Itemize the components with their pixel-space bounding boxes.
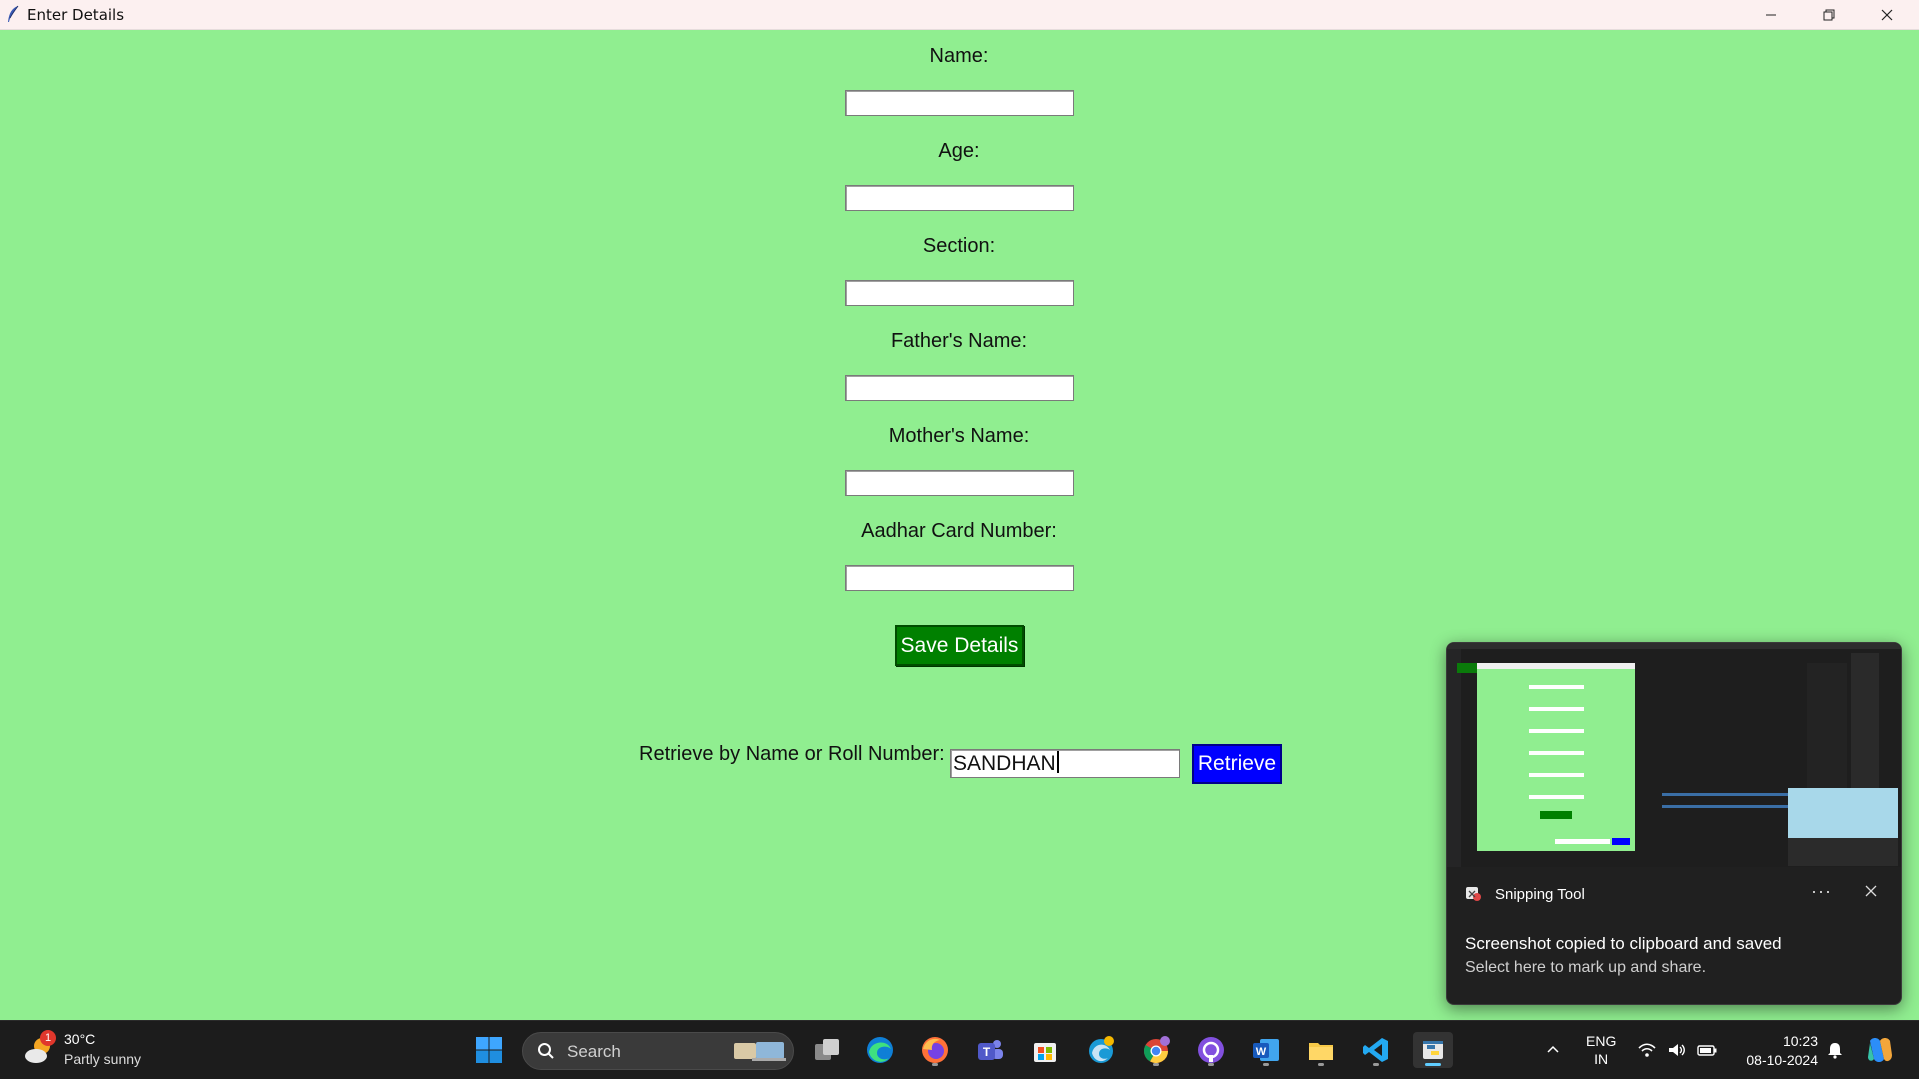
fathers-name-label: Father's Name: bbox=[890, 330, 1028, 352]
folder-icon bbox=[1309, 1043, 1333, 1060]
fathers-name-field[interactable] bbox=[845, 375, 1074, 401]
section-field[interactable] bbox=[845, 280, 1074, 306]
edge-dev-icon bbox=[1089, 1036, 1114, 1063]
chevron-up-icon[interactable] bbox=[1545, 1041, 1561, 1057]
search-highlight-icon bbox=[734, 1042, 786, 1061]
battery-icon[interactable] bbox=[1697, 1041, 1717, 1059]
teams-taskbar-button[interactable]: T bbox=[972, 1032, 1008, 1068]
snipping-tool-icon bbox=[1466, 887, 1481, 901]
python-icon bbox=[1423, 1041, 1443, 1059]
task-view-icon bbox=[815, 1039, 839, 1060]
windows-logo-icon bbox=[476, 1037, 502, 1063]
more-options-button[interactable]: ··· bbox=[1811, 881, 1832, 902]
running-indicator bbox=[1373, 1063, 1379, 1066]
running-indicator bbox=[1153, 1063, 1159, 1066]
restore-button[interactable] bbox=[1800, 0, 1858, 29]
name-field[interactable] bbox=[845, 90, 1074, 116]
edge-dev-taskbar-button[interactable] bbox=[1083, 1032, 1119, 1068]
retrieve-button[interactable]: Retrieve bbox=[1192, 744, 1282, 784]
file-explorer-taskbar-button[interactable] bbox=[1303, 1032, 1339, 1068]
close-icon bbox=[1881, 9, 1893, 20]
taskbar: 1 30°C Partly sunny Search T W ENG IN 10… bbox=[0, 1020, 1919, 1079]
weather-temperature[interactable]: 30°C bbox=[64, 1031, 95, 1047]
language-indicator[interactable]: ENG IN bbox=[1586, 1032, 1616, 1068]
retrieve-input[interactable]: SANDHAN bbox=[950, 749, 1180, 778]
toast-title: Screenshot copied to clipboard and saved bbox=[1465, 934, 1782, 953]
word-icon: W bbox=[1253, 1039, 1279, 1061]
age-label: Age: bbox=[938, 140, 980, 162]
edge-icon bbox=[867, 1037, 893, 1063]
chrome-taskbar-button[interactable] bbox=[1138, 1032, 1174, 1068]
start-button[interactable] bbox=[471, 1032, 507, 1068]
window-titlebar[interactable]: Enter Details bbox=[0, 0, 1919, 30]
retrieve-label: Retrieve by Name or Roll Number: bbox=[639, 743, 945, 765]
system-clock[interactable]: 10:23 08-10-2024 bbox=[1738, 1032, 1818, 1070]
chrome-icon bbox=[1143, 1036, 1170, 1064]
firefox-taskbar-button[interactable] bbox=[917, 1032, 953, 1068]
taskbar-search-box[interactable]: Search bbox=[522, 1032, 794, 1070]
snipping-tool-notification[interactable]: Snipping Tool ··· Screenshot copied to c… bbox=[1446, 642, 1902, 1005]
svg-text:W: W bbox=[1256, 1046, 1267, 1058]
word-taskbar-button[interactable]: W bbox=[1248, 1032, 1284, 1068]
running-indicator bbox=[1263, 1063, 1269, 1066]
minimize-button[interactable] bbox=[1742, 0, 1800, 29]
window-title: Enter Details bbox=[27, 6, 125, 24]
region-code: IN bbox=[1594, 1051, 1609, 1067]
weather-badge: 1 bbox=[40, 1030, 56, 1046]
aadhar-field[interactable] bbox=[845, 565, 1074, 591]
weather-description[interactable]: Partly sunny bbox=[64, 1051, 141, 1067]
vscode-taskbar-button[interactable] bbox=[1358, 1032, 1394, 1068]
microsoft-store-icon bbox=[1034, 1043, 1056, 1062]
name-label: Name: bbox=[929, 45, 989, 67]
running-indicator bbox=[932, 1063, 938, 1066]
clock-time: 10:23 bbox=[1782, 1033, 1818, 1049]
section-label: Section: bbox=[922, 235, 996, 257]
retrieve-input-text: SANDHAN bbox=[953, 752, 1056, 775]
teams-icon: T bbox=[978, 1040, 1003, 1060]
firefox-icon bbox=[922, 1037, 948, 1063]
svg-text:T: T bbox=[983, 1045, 991, 1059]
screenshot-thumbnail[interactable] bbox=[1447, 643, 1901, 867]
vscode-icon bbox=[1363, 1038, 1388, 1062]
python-taskbar-button[interactable] bbox=[1413, 1032, 1453, 1068]
toast-app-name: Snipping Tool bbox=[1495, 885, 1585, 903]
close-button[interactable] bbox=[1858, 0, 1916, 29]
github-icon bbox=[1198, 1037, 1224, 1063]
mothers-name-label: Mother's Name: bbox=[888, 425, 1030, 447]
clock-date: 08-10-2024 bbox=[1746, 1052, 1818, 1068]
copilot-icon[interactable] bbox=[1864, 1035, 1896, 1065]
running-indicator bbox=[1208, 1063, 1214, 1066]
mothers-name-field[interactable] bbox=[845, 470, 1074, 496]
feather-icon bbox=[8, 5, 19, 22]
toast-body: Select here to mark up and share. bbox=[1465, 959, 1707, 976]
volume-icon[interactable] bbox=[1667, 1041, 1687, 1059]
github-desktop-taskbar-button[interactable] bbox=[1193, 1032, 1229, 1068]
save-details-button[interactable]: Save Details bbox=[895, 625, 1024, 666]
restore-icon bbox=[1823, 9, 1835, 20]
search-placeholder: Search bbox=[567, 1042, 621, 1061]
age-field[interactable] bbox=[845, 185, 1074, 211]
notification-bell-icon[interactable] bbox=[1826, 1041, 1844, 1059]
minimize-icon bbox=[1766, 14, 1776, 15]
microsoft-store-taskbar-button[interactable] bbox=[1027, 1032, 1063, 1068]
aadhar-label: Aadhar Card Number: bbox=[861, 520, 1057, 542]
edge-taskbar-button[interactable] bbox=[862, 1032, 898, 1068]
language-code: ENG bbox=[1586, 1033, 1617, 1049]
toast-close-icon[interactable] bbox=[1863, 883, 1879, 899]
wifi-icon[interactable] bbox=[1637, 1041, 1657, 1059]
active-indicator bbox=[1425, 1063, 1441, 1066]
toast-header: Snipping Tool bbox=[1465, 885, 1585, 903]
text-caret bbox=[1056, 751, 1059, 773]
task-view-button[interactable] bbox=[809, 1032, 845, 1068]
search-icon bbox=[538, 1043, 554, 1059]
running-indicator bbox=[1318, 1063, 1324, 1066]
